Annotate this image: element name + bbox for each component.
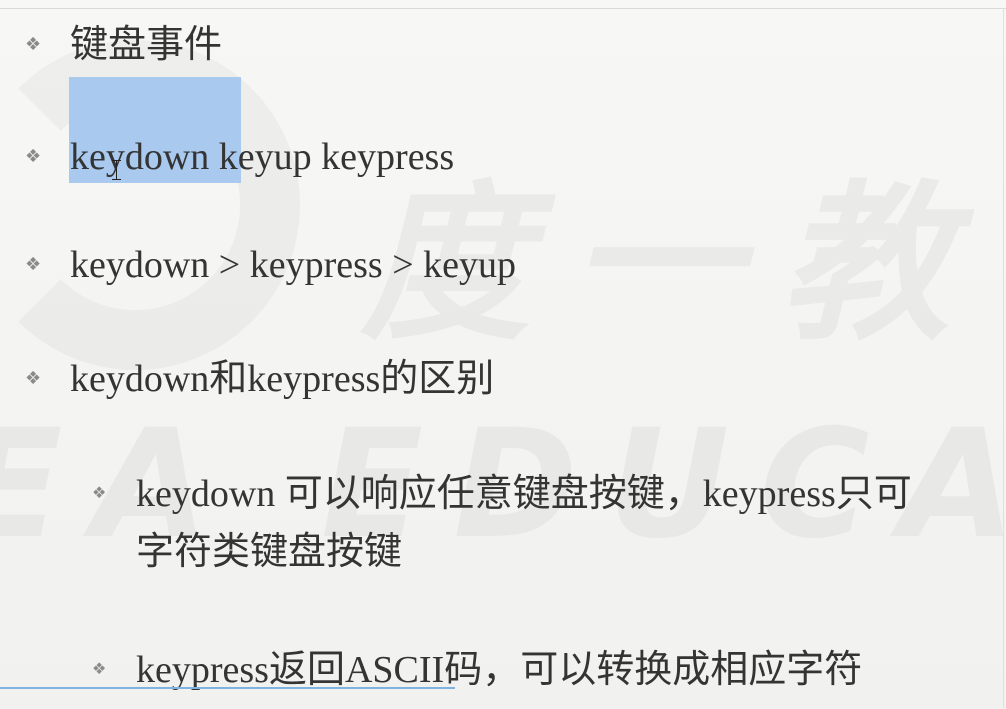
text-cursor-icon xyxy=(112,160,121,180)
bullet-text: keydown > keypress > keyup xyxy=(70,244,516,286)
presentation-slide: 度一教 EA EDUCATI 键盘事件 keydown keyup keypre… xyxy=(0,0,1006,709)
bullet-text: keydown和keypress的区别 xyxy=(70,358,495,400)
slide-top-border xyxy=(0,8,1006,9)
sub-bullet-text-line1: keydown 可以响应任意键盘按键，keypress只可 xyxy=(136,473,912,515)
diamond-bullet-icon xyxy=(25,370,41,388)
diamond-bullet-icon xyxy=(25,148,41,166)
bullet-text: 键盘事件 xyxy=(70,24,223,66)
sub-bullet-text-line2: 字符类键盘按键 xyxy=(136,531,403,573)
progress-line xyxy=(0,687,455,689)
bullet-text: keydown keyup keypress xyxy=(70,136,455,178)
diamond-bullet-icon xyxy=(25,36,41,54)
diamond-bullet-icon xyxy=(92,485,106,501)
slide-right-border xyxy=(1003,8,1004,708)
diamond-bullet-icon xyxy=(92,661,106,677)
diamond-bullet-icon xyxy=(25,256,41,274)
